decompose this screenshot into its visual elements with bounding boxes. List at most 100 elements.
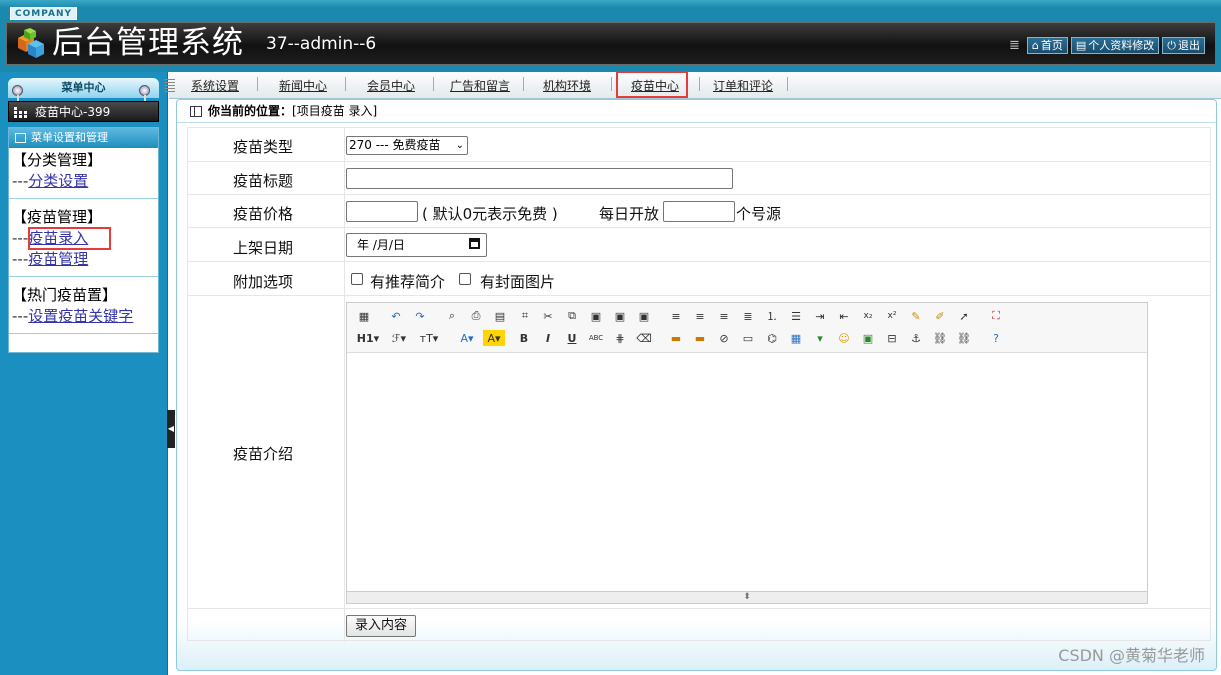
italic-icon[interactable]: I [540, 330, 556, 346]
copy-icon[interactable]: ⧉ [564, 308, 580, 324]
breadcrumb-path: [项目疫苗 录入] [292, 104, 378, 118]
font-color-icon[interactable]: A▾ [457, 330, 477, 346]
template-icon[interactable]: ▤ [492, 308, 508, 324]
paste-icon[interactable]: ▣ [588, 308, 604, 324]
media-icon[interactable]: ▭ [740, 330, 756, 346]
menu-group-title: 【分类管理】 [12, 151, 103, 169]
ordered-list-icon[interactable]: ⒈ [764, 308, 780, 324]
cubes-logo-icon [18, 28, 44, 58]
page-break-icon[interactable]: ⊟ [884, 330, 900, 346]
strikethrough-icon[interactable]: ABC [588, 330, 604, 346]
date-label: 上架日期 [232, 239, 293, 257]
help-icon[interactable]: ? [988, 330, 1004, 346]
picture-icon[interactable]: ▣ [860, 330, 876, 346]
font-family-icon[interactable]: ℱ▾ [388, 330, 410, 346]
anchor-icon[interactable]: ⚓ [908, 330, 924, 346]
image-icon[interactable]: ▬ [668, 330, 684, 346]
tab-divider [345, 77, 346, 91]
emoticon-icon[interactable]: ☺ [836, 330, 852, 346]
cover-image-checkbox[interactable] [459, 273, 471, 285]
unordered-list-icon[interactable]: ☰ [788, 308, 804, 324]
power-icon: ⏻ [1167, 39, 1176, 52]
link-prefix: --- [12, 172, 29, 190]
profile-edit-button[interactable]: ▤ 个人资料修改 [1070, 37, 1160, 54]
form-row-date: 上架日期 年 /月/日 [188, 227, 1210, 261]
vaccine-price-input[interactable] [346, 201, 418, 222]
sidebar-collapse-handle[interactable]: ◀ [167, 410, 175, 448]
watermark: CSDN @黄菊华老师 [1058, 646, 1205, 665]
menu-group-title: 【热门疫苗置】 [12, 286, 118, 304]
indent-icon[interactable]: ⇥ [812, 308, 828, 324]
insert-row-icon[interactable]: ▾ [812, 330, 828, 346]
logout-button[interactable]: ⏻ 退出 [1162, 37, 1205, 54]
date-placeholder: 年 /月/日 [357, 238, 405, 252]
daily-quota-input[interactable] [663, 201, 735, 222]
intro-label: 疫苗介绍 [232, 445, 293, 463]
subscript-icon[interactable]: x₂ [860, 308, 876, 324]
select-all-icon[interactable]: ✐ [932, 308, 948, 324]
tab-divider [787, 77, 788, 91]
tab-orders-reviews[interactable]: 订单和评论 [713, 79, 773, 93]
tab-system-settings[interactable]: 系统设置 [191, 79, 239, 93]
attachment-icon[interactable]: ⌬ [764, 330, 780, 346]
chevron-down-icon: ⌄ [455, 140, 464, 151]
sidebar-link-vaccine-manage[interactable]: 疫苗管理 [28, 250, 88, 268]
multi-image-icon[interactable]: ▬ [692, 330, 708, 346]
paste-text-icon[interactable]: ▣ [612, 308, 628, 324]
font-size-icon[interactable]: тT▾ [417, 330, 441, 346]
editor-body[interactable] [347, 353, 1147, 591]
superscript-icon[interactable]: x² [884, 308, 900, 324]
sidebar-link-category-settings[interactable]: 分类设置 [28, 172, 88, 190]
table-icon[interactable]: ▦ [788, 330, 804, 346]
source-icon[interactable]: ▦ [356, 308, 372, 324]
link-icon[interactable]: ⛓ [932, 330, 948, 346]
vaccine-title-input[interactable] [346, 168, 733, 189]
align-center-icon[interactable]: ≡ [692, 308, 708, 324]
highlight-color-icon[interactable]: A▾ [483, 330, 505, 346]
eraser-icon[interactable]: ⌫ [636, 330, 652, 346]
sidebar-link-set-keywords[interactable]: 设置疫苗关键字 [28, 307, 133, 325]
title-label: 疫苗标题 [232, 172, 293, 190]
logout-label: 退出 [1178, 39, 1200, 52]
submit-button[interactable]: 录入内容 [346, 615, 417, 637]
paste-word-icon[interactable]: ▣ [636, 308, 652, 324]
preview-icon[interactable]: ⌕ [444, 308, 460, 324]
tab-member-center[interactable]: 会员中心 [367, 79, 415, 93]
print-icon[interactable]: ⎙ [468, 308, 484, 324]
flash-icon[interactable]: ⊘ [716, 330, 732, 346]
listing-date-input[interactable]: 年 /月/日 [346, 233, 487, 257]
outdent-icon[interactable]: ⇤ [836, 308, 852, 324]
breadcrumb-prefix: 你当前的位置： [208, 104, 293, 118]
vaccine-type-select[interactable]: 270 --- 免费疫苗 ⌄ [346, 136, 468, 155]
recommend-checkbox[interactable] [351, 273, 363, 285]
active-tab-highlight [616, 71, 688, 98]
redo-icon[interactable]: ↷ [412, 308, 428, 324]
app-window: COMPANY 后台管理系统 37--admin--6 ≣ ⌂ 首页 ▤ 个人资… [0, 0, 1221, 675]
editor-resize-handle[interactable]: ⬍ [347, 591, 1147, 603]
tab-ads-messages[interactable]: 广告和留言 [450, 79, 510, 93]
align-left-icon[interactable]: ≡ [668, 308, 684, 324]
menu-panel-header: 菜单设置和管理 [9, 128, 158, 148]
horizontal-rule-icon[interactable]: ⋕ [612, 330, 628, 346]
fullscreen-icon[interactable]: ⛶ [988, 308, 1004, 324]
title-bar: 后台管理系统 37--admin--6 ≣ ⌂ 首页 ▤ 个人资料修改 ⏻ 退出 [6, 22, 1216, 65]
home-button[interactable]: ⌂ 首页 [1026, 37, 1068, 54]
cursor-icon[interactable]: ➚ [956, 308, 972, 324]
undo-icon[interactable]: ↶ [388, 308, 404, 324]
code-icon[interactable]: ⌗ [517, 308, 533, 324]
home-icon: ⌂ [1031, 39, 1039, 52]
bold-icon[interactable]: B [516, 330, 532, 346]
menu-panel: 菜单设置和管理 【分类管理】 ---分类设置 【疫苗管理】 ---疫苗录入 --… [8, 127, 159, 353]
heading-icon[interactable]: H1▾ [356, 330, 380, 346]
unlink-icon[interactable]: ⛓ [956, 330, 972, 346]
price-label: 疫苗价格 [232, 205, 293, 223]
cut-icon[interactable]: ✂ [540, 308, 556, 324]
profile-edit-label: 个人资料修改 [1088, 39, 1155, 52]
clear-format-icon[interactable]: ✎ [908, 308, 924, 324]
align-right-icon[interactable]: ≡ [716, 308, 732, 324]
tab-institution[interactable]: 机构环境 [543, 79, 591, 93]
tab-news-center[interactable]: 新闻中心 [279, 79, 327, 93]
tab-divider [257, 77, 258, 91]
align-justify-icon[interactable]: ≣ [740, 308, 756, 324]
underline-icon[interactable]: U [564, 330, 580, 346]
